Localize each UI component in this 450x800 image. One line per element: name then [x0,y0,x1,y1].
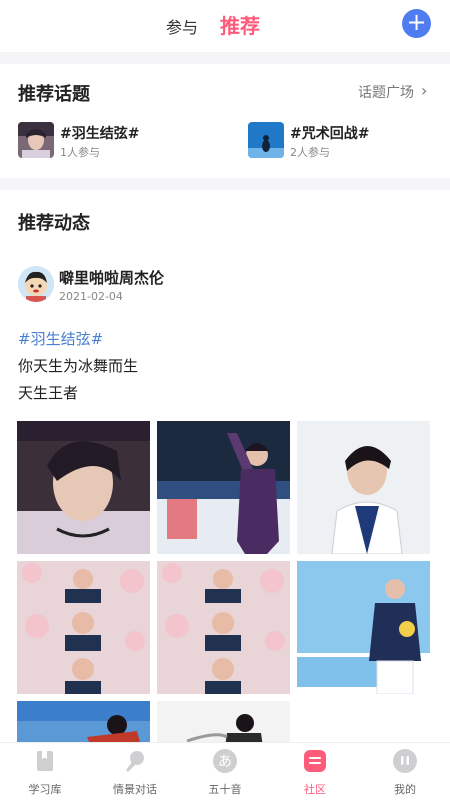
nav-label: 情景对话 [113,783,157,796]
section-divider [0,52,450,64]
topic-item[interactable]: #咒术回战# 2人参与 [248,122,428,162]
post-photo[interactable] [157,421,290,554]
nav-item-study-library[interactable]: 学习库 [0,743,90,800]
post-photo[interactable] [17,421,150,554]
add-button[interactable]: + [402,9,431,38]
post-text-line: 你天生为冰舞而生 [18,357,139,375]
nav-label: 社区 [304,783,326,796]
topic-count: 2人参与 [290,146,330,159]
recommended-topics-title: 推荐话题 [18,84,90,105]
nav-item-profile[interactable]: 我的 [360,743,450,800]
topic-name: #羽生结弦# [60,126,140,142]
kana-icon: あ [213,749,237,773]
nav-item-scenario-dialogue[interactable]: 情景对话 [90,743,180,800]
topic-item[interactable]: #羽生结弦# 1人参与 [18,122,218,162]
topic-thumbnail [248,122,284,158]
post-text-line: 天生王者 [18,384,79,402]
book-icon [33,749,57,773]
post-photo-grid [17,421,431,800]
chevron-right-icon[interactable]: › [421,81,427,100]
screen: 参与 推荐 + 推荐话题 话题广场 › #羽生结弦# 1人参与 #咒术回战# 2… [0,0,450,800]
nav-label: 学习库 [28,783,62,796]
post-photo[interactable] [17,561,150,694]
tab-participate[interactable]: 参与 [166,14,198,38]
profile-icon [393,749,417,773]
post-hashtag[interactable]: #羽生结弦# [18,328,103,349]
section-divider [0,178,450,190]
post-photo[interactable] [297,421,430,554]
community-icon [303,749,327,773]
topic-name: #咒术回战# [290,126,370,142]
microphone-icon [123,749,147,773]
post-author[interactable]: 噼里啪啦周杰伦 [59,267,164,288]
post-photo[interactable] [157,561,290,694]
topic-count: 1人参与 [60,146,100,159]
tab-recommend[interactable]: 推荐 [220,10,260,39]
topic-plaza-link[interactable]: 话题广场 [358,82,414,102]
nav-item-kana[interactable]: あ 五十音 [180,743,270,800]
avatar[interactable] [18,266,54,302]
nav-label: 我的 [394,783,416,796]
bottom-nav: 学习库 情景对话 あ 五十音 社区 我的 [0,742,450,800]
plus-icon: + [406,8,427,36]
nav-item-community[interactable]: 社区 [270,743,360,800]
nav-label: 五十音 [208,783,242,796]
post-photo[interactable] [297,561,430,694]
topic-thumbnail [18,122,54,158]
svg-text:あ: あ [218,754,232,770]
recommended-feed-title: 推荐动态 [18,213,90,234]
top-bar: 参与 推荐 + [0,0,450,50]
post-date: 2021-02-04 [59,290,123,303]
